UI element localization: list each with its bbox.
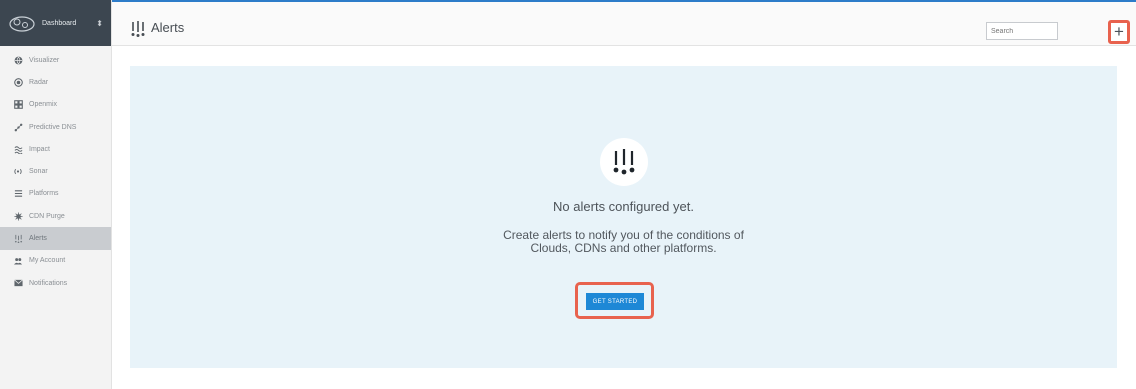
empty-state-title: No alerts configured yet. bbox=[553, 199, 694, 214]
empty-state-panel: No alerts configured yet. Create alerts … bbox=[130, 66, 1117, 368]
alerts-icon bbox=[613, 149, 635, 175]
sidebar-item-radar[interactable]: Radar bbox=[0, 71, 111, 93]
account-icon bbox=[13, 256, 23, 266]
empty-state-description: Create alerts to notify you of the condi… bbox=[503, 228, 744, 255]
radar-icon bbox=[13, 77, 23, 87]
platforms-icon bbox=[13, 189, 23, 199]
logo-icon bbox=[9, 16, 35, 32]
sidebar-item-alerts[interactable]: Alerts bbox=[0, 227, 111, 250]
sidebar-item-platforms[interactable]: Platforms bbox=[0, 183, 111, 205]
sidebar-item-label: My Account bbox=[29, 257, 66, 265]
sidebar: Dashboard ⬍ Visualizer Radar Openmix Pre… bbox=[0, 0, 112, 389]
get-started-button[interactable]: GET STARTED bbox=[586, 293, 644, 310]
sidebar-item-label: Impact bbox=[29, 145, 51, 153]
sidebar-title: Dashboard bbox=[42, 19, 77, 27]
sidebar-item-label: CDN Purge bbox=[29, 212, 65, 220]
sidebar-item-my-account[interactable]: My Account bbox=[0, 250, 111, 272]
add-alert-button[interactable]: + bbox=[1108, 20, 1130, 44]
sidebar-item-label: Predictive DNS bbox=[29, 123, 77, 131]
sidebar-item-openmix[interactable]: Openmix bbox=[0, 94, 111, 116]
sidebar-header[interactable]: Dashboard ⬍ bbox=[0, 0, 111, 46]
sidebar-nav: Visualizer Radar Openmix Predictive DNS … bbox=[0, 46, 111, 294]
pin-icon[interactable]: ⬍ bbox=[96, 19, 103, 28]
cdn-purge-icon bbox=[13, 211, 23, 221]
sidebar-item-label: Openmix bbox=[29, 101, 58, 109]
sidebar-item-label: Platforms bbox=[29, 190, 59, 198]
page-title: Alerts bbox=[151, 20, 185, 35]
sidebar-item-label: Sonar bbox=[29, 168, 48, 176]
sonar-icon bbox=[13, 167, 23, 177]
sidebar-item-visualizer[interactable]: Visualizer bbox=[0, 49, 111, 71]
sidebar-item-notifications[interactable]: Notifications bbox=[0, 272, 111, 294]
top-bar: Alerts + bbox=[112, 0, 1136, 46]
alerts-icon bbox=[13, 234, 23, 244]
sidebar-item-predictive-dns[interactable]: Predictive DNS bbox=[0, 116, 111, 138]
app: Dashboard ⬍ Visualizer Radar Openmix Pre… bbox=[0, 0, 1136, 389]
sidebar-item-sonar[interactable]: Sonar bbox=[0, 160, 111, 182]
search-input[interactable] bbox=[986, 22, 1058, 40]
sidebar-item-label: Alerts bbox=[29, 235, 47, 243]
openmix-icon bbox=[13, 100, 23, 110]
sidebar-item-label: Radar bbox=[29, 78, 49, 86]
sidebar-item-label: Notifications bbox=[29, 279, 68, 287]
sidebar-item-impact[interactable]: Impact bbox=[0, 138, 111, 160]
globe-icon bbox=[13, 55, 23, 65]
envelope-icon bbox=[13, 278, 23, 288]
alerts-icon bbox=[131, 21, 145, 37]
plus-icon: + bbox=[1114, 22, 1124, 41]
impact-icon bbox=[13, 144, 23, 154]
sidebar-item-cdn-purge[interactable]: CDN Purge bbox=[0, 205, 111, 227]
sidebar-item-label: Visualizer bbox=[29, 56, 60, 64]
alerts-badge bbox=[600, 138, 648, 186]
predictive-dns-icon bbox=[13, 122, 23, 132]
